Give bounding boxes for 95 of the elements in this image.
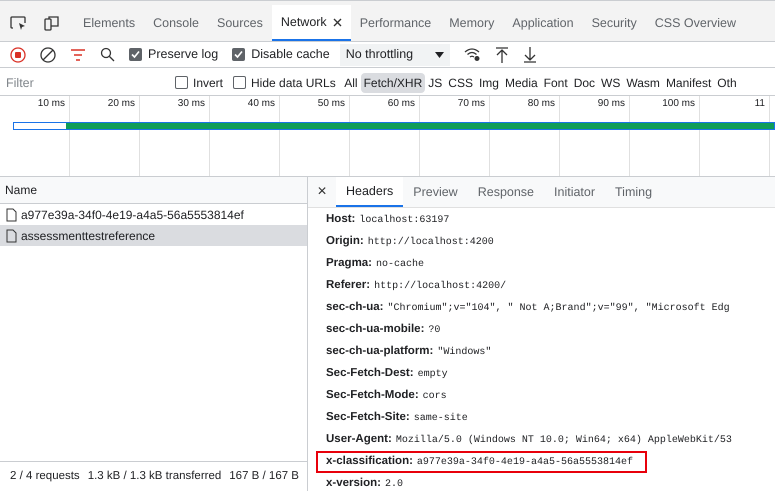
header-value: cors (422, 390, 447, 404)
type-filter-chip[interactable]: CSS (446, 72, 476, 92)
detail-tab[interactable]: Preview (403, 177, 468, 207)
type-filter-chip[interactable]: Doc (571, 72, 598, 92)
time-tick-label: 90 ms (598, 99, 625, 111)
header-value: empty (418, 368, 448, 382)
type-filter-chip[interactable]: Font (541, 72, 570, 92)
checkbox[interactable] (175, 76, 188, 89)
header-name: sec-ch-ua: (326, 300, 384, 316)
header-name: Host: (326, 212, 356, 228)
header-value: "Windows" (437, 346, 492, 360)
throttling-dropdown[interactable]: No throttling (340, 44, 450, 66)
time-tick-label: 80 ms (528, 99, 555, 111)
panel-tab[interactable]: Security (582, 5, 646, 41)
detail-tab[interactable]: Response (468, 177, 544, 207)
header-name: User-Agent: (326, 432, 392, 448)
checkbox-label: Hide data URLs (251, 74, 336, 92)
request-name: a977e39a-34f0-4e19-a4a5-56a5553814ef (21, 206, 244, 224)
header-name: sec-ch-ua-platform: (326, 344, 434, 360)
clear-icon[interactable] (40, 46, 56, 62)
detail-tab[interactable]: Timing (605, 177, 662, 207)
caret-icon (435, 52, 444, 58)
time-tick-label: 60 ms (388, 99, 415, 111)
close-icon[interactable] (332, 18, 342, 26)
header-name: Sec-Fetch-Dest: (326, 366, 414, 382)
file-icon (6, 228, 17, 242)
type-filter-chip[interactable]: All (342, 72, 360, 92)
header-value: same-site (414, 412, 468, 426)
checkbox-label: Preserve log (148, 46, 218, 64)
type-filter-chip[interactable]: Oth (714, 72, 740, 92)
file-icon (6, 208, 17, 222)
panel-tab[interactable]: Network (272, 5, 351, 41)
header-value: localhost:63197 (359, 214, 450, 228)
header-value: no-cache (376, 258, 424, 272)
header-value: http://localhost:4200 (368, 236, 494, 250)
record-icon[interactable] (10, 46, 26, 62)
device-toolbar-icon[interactable] (43, 14, 60, 32)
checkbox[interactable] (129, 48, 142, 61)
status-text: 2 / 4 requests (10, 468, 80, 484)
time-tick-label: 50 ms (318, 99, 345, 111)
header-value: http://localhost:4200/ (374, 280, 506, 294)
time-tick-label: 20 ms (108, 99, 135, 111)
type-filter-chip[interactable]: WS (598, 72, 623, 92)
header-value: "Chromium";v="104", " Not A;Brand";v="99", "Microsoft Edg (388, 302, 730, 316)
checkbox-label: Disable cache (251, 46, 330, 64)
time-tick-label: 40 ms (248, 99, 275, 111)
network-conditions-icon[interactable] (464, 47, 482, 62)
close-button[interactable]: × (308, 177, 336, 207)
panel-tab[interactable]: CSS Overview (646, 5, 745, 41)
header-name: x-classification: (326, 454, 413, 470)
panel-tab[interactable]: Memory (440, 5, 504, 41)
checkbox[interactable] (233, 76, 246, 89)
inspect-icon[interactable] (10, 15, 27, 31)
header-value: 2.0 (384, 478, 403, 491)
panel-tab[interactable]: Elements (74, 5, 144, 41)
checkbox-label: Invert (193, 74, 224, 92)
panel-tab[interactable]: Sources (208, 5, 272, 41)
panel-tab[interactable]: Application (503, 5, 583, 41)
column-header[interactable]: Name (5, 181, 38, 199)
header-value: Mozilla/5.0 (Windows NT 10.0; Win64; x64) AppleWebKit/53 (396, 434, 732, 448)
request-name: assessmenttestreference (21, 228, 156, 244)
status-text: 1.3 kB / 1.3 kB transferred (88, 468, 222, 484)
time-tick-label: 70 ms (458, 99, 485, 111)
filter-input[interactable]: Filter (3, 72, 163, 92)
upload-icon[interactable] (495, 46, 510, 62)
time-tick-label: 30 ms (178, 99, 205, 111)
time-tick-label: 11 (754, 99, 765, 111)
time-tick-label: 10 ms (38, 99, 65, 111)
search-icon[interactable] (100, 47, 115, 62)
status-text: 167 B / 167 B (229, 468, 299, 484)
type-filter-chip[interactable]: JS (426, 72, 445, 92)
filter-icon[interactable] (70, 48, 86, 60)
detail-tab[interactable]: Headers (336, 177, 404, 207)
type-filter-chip[interactable]: Manifest (663, 72, 714, 92)
time-tick-label: 100 ms (662, 99, 695, 111)
header-name: Origin: (326, 234, 364, 250)
type-filter-chip[interactable]: Media (502, 72, 540, 92)
type-filter-chip[interactable]: Wasm (624, 72, 662, 92)
request-row[interactable]: a977e39a-34f0-4e19-a4a5-56a5553814ef (0, 204, 307, 225)
checkbox[interactable] (232, 48, 246, 61)
header-name: Sec-Fetch-Mode: (326, 388, 419, 404)
download-icon[interactable] (523, 46, 538, 62)
request-row[interactable]: assessmenttestreference (0, 225, 307, 246)
type-filter-chip[interactable]: Fetch/XHR (361, 72, 425, 92)
panel-tab[interactable]: Console (144, 5, 208, 41)
header-name: Pragma: (326, 256, 372, 272)
header-name: Referer: (326, 278, 370, 294)
detail-tab[interactable]: Initiator (544, 177, 606, 207)
header-value: a977e39a-34f0-4e19-a4a5-56a5553814ef (416, 456, 633, 470)
header-name: x-version: (326, 476, 381, 491)
header-name: Sec-Fetch-Site: (326, 410, 410, 426)
header-name: sec-ch-ua-mobile: (326, 322, 424, 338)
panel-tab[interactable]: Performance (350, 5, 440, 41)
type-filter-chip[interactable]: Img (476, 72, 502, 92)
header-value: ?0 (428, 324, 440, 338)
